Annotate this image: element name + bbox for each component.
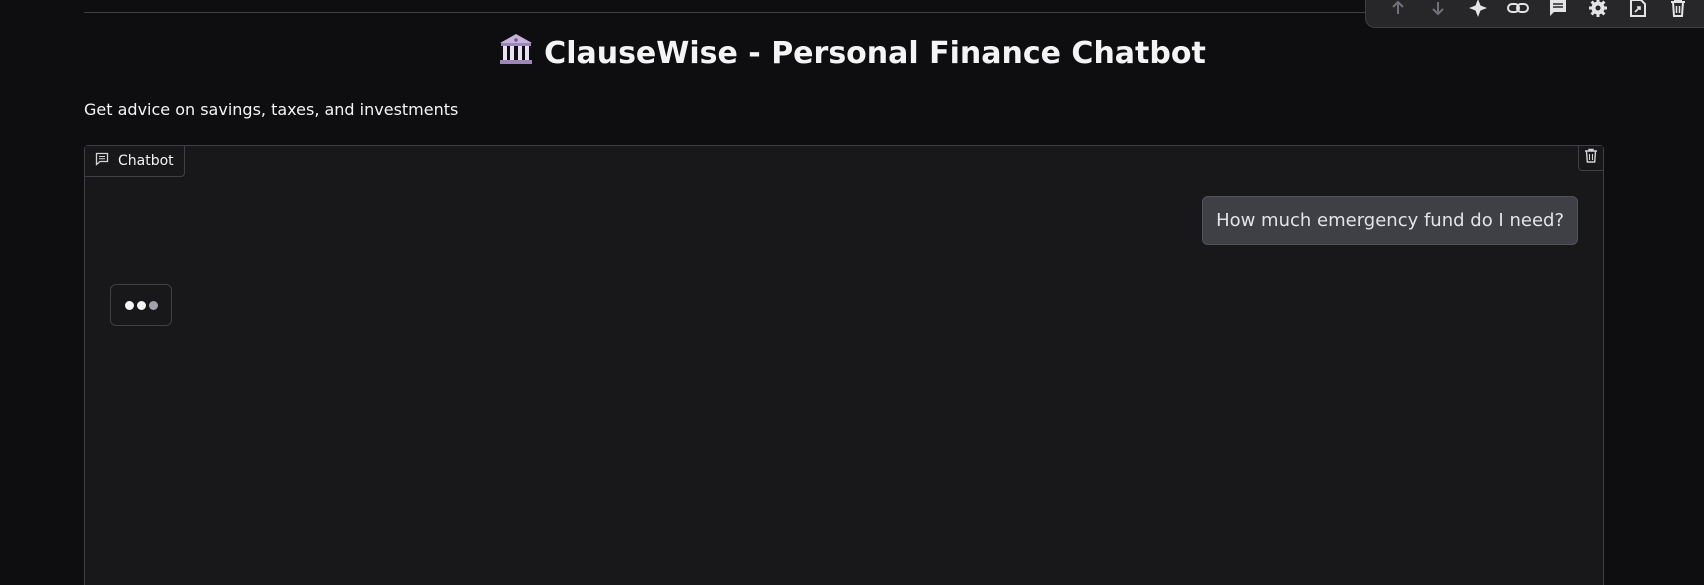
gear-icon[interactable] xyxy=(1583,0,1613,20)
link-icon[interactable] xyxy=(1503,0,1533,20)
chatbot-panel: Chatbot How much emergency fund do I nee… xyxy=(84,145,1604,585)
typing-dot xyxy=(148,300,158,310)
chatbot-label-text: Chatbot xyxy=(118,153,174,169)
page-title-text: ClauseWise - Personal Finance Chatbot xyxy=(544,36,1206,71)
sparkle-icon[interactable] xyxy=(1463,0,1493,20)
move-down-icon[interactable] xyxy=(1423,0,1453,20)
chatbot-label: Chatbot xyxy=(85,146,185,177)
page-title: ClauseWise - Personal Finance Chatbot xyxy=(0,32,1704,74)
typing-dot xyxy=(124,300,134,310)
split-cell-icon[interactable] xyxy=(1623,0,1653,20)
bot-typing-indicator xyxy=(110,284,172,326)
typing-dot xyxy=(136,300,146,310)
trash-icon xyxy=(1584,148,1598,168)
cell-divider xyxy=(84,12,1398,13)
clear-chat-button[interactable] xyxy=(1578,146,1603,171)
more-icon[interactable] xyxy=(1692,0,1704,20)
move-up-icon[interactable] xyxy=(1383,0,1413,20)
user-message: How much emergency fund do I need? xyxy=(1202,196,1578,245)
page-description: Get advice on savings, taxes, and invest… xyxy=(84,100,459,119)
cell-toolbar xyxy=(1365,0,1704,28)
comment-icon[interactable] xyxy=(1543,0,1573,20)
bank-building-icon xyxy=(498,32,534,74)
trash-icon[interactable] xyxy=(1663,0,1693,20)
chat-bubble-icon xyxy=(95,152,109,170)
notebook-page: ClauseWise - Personal Finance Chatbot Ge… xyxy=(0,0,1704,585)
